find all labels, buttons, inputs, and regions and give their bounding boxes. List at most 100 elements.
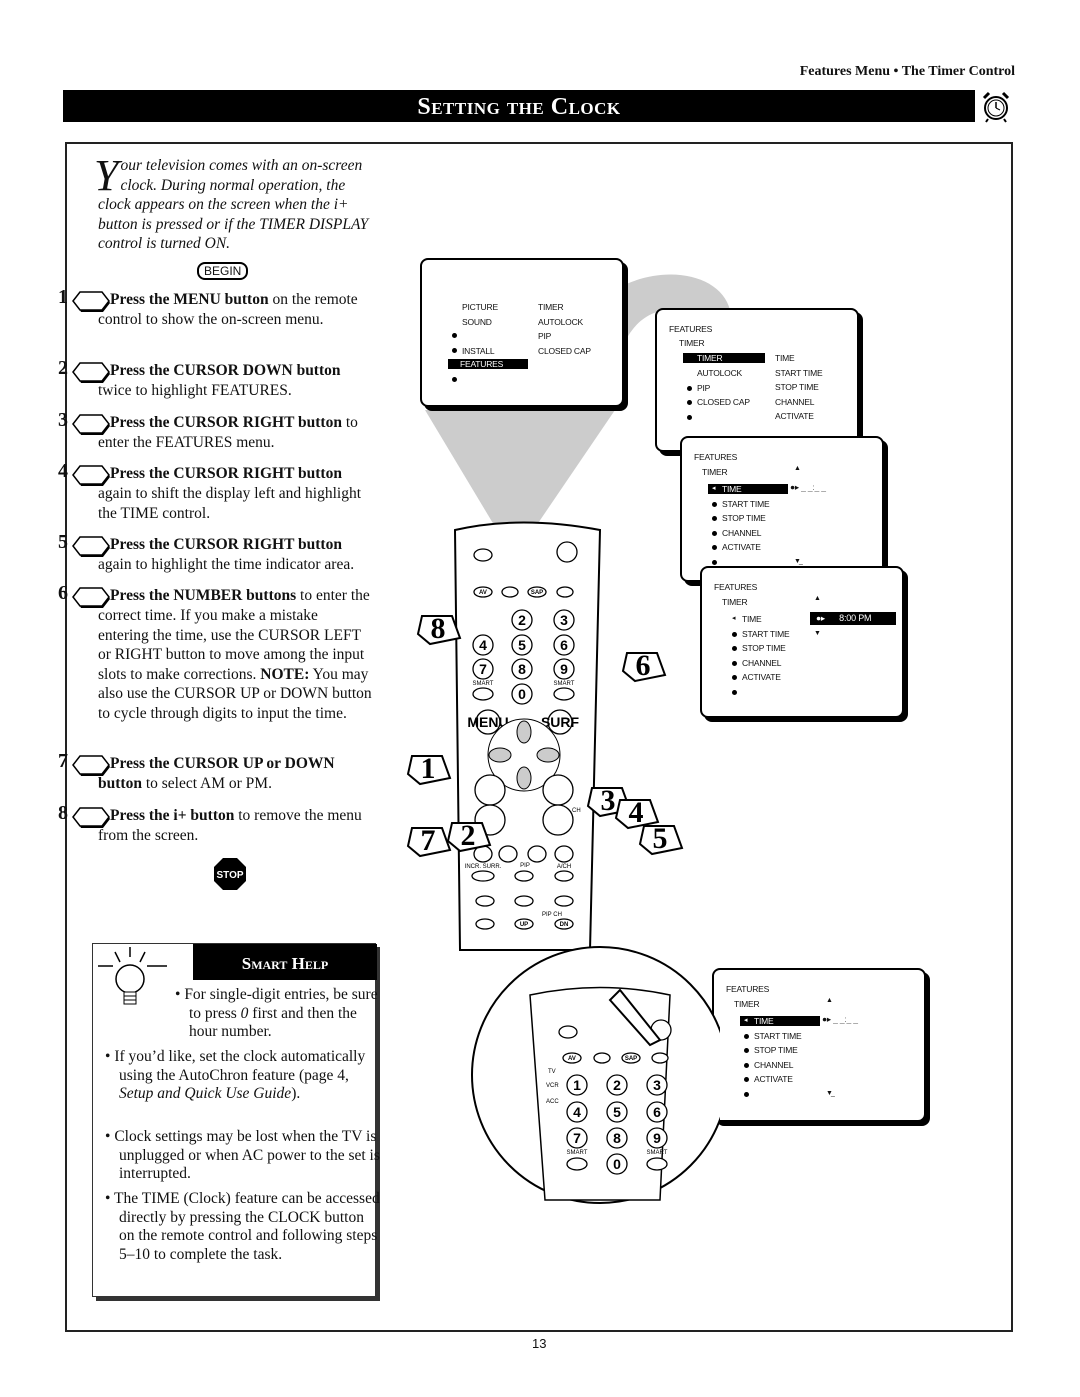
- transport-button-3: [554, 845, 574, 863]
- digit-button-3: 3: [646, 1074, 668, 1096]
- av-button: AV: [473, 586, 493, 598]
- svg-text:2: 2: [518, 612, 526, 628]
- pip-button-d: [475, 918, 495, 930]
- sleep-button: [556, 586, 574, 598]
- digit-button-3: 3: [553, 609, 575, 631]
- menu-item-highlighted: TIMER: [683, 353, 765, 363]
- bullet-dot-icon: [744, 1062, 749, 1068]
- time-value-text: _ _:_ _: [801, 482, 826, 492]
- callout-step-5: 5: [638, 822, 684, 856]
- smart-help-box: Smart Help • For single-digit entries, b…: [92, 943, 380, 1297]
- main-menu-screen: PICTURE SOUND FEATURES INSTALL TIMER AUTOLOCK…: [420, 258, 624, 407]
- digit-button-4: 4: [566, 1101, 588, 1123]
- volume-up-button: [474, 774, 506, 806]
- remote-closeup-illustration: AV SAP TV VCR ACC 1 2 3 4 5 6 7 8 9 0 SMART SMART: [471, 946, 720, 1204]
- pip-button-c: [554, 895, 574, 907]
- svg-text:ACC: ACC: [546, 1099, 559, 1105]
- arrow-down-icon: ▼̲: [826, 1090, 833, 1097]
- menu-item: ACTIVATE: [742, 672, 781, 682]
- menu-item: STOP TIME: [722, 513, 766, 523]
- svg-text:3: 3: [601, 784, 616, 817]
- timer-set-menu-screen: FEATURES TIMER ▲ TIME ◂ START TIME STOP TIME CH…: [700, 566, 904, 718]
- bullet-dot-icon: [452, 333, 457, 338]
- arrow-down-icon: ▼: [814, 630, 821, 637]
- svg-text:5: 5: [518, 637, 526, 653]
- bullet-dot-icon: [744, 1048, 749, 1053]
- submenu-item: PIP: [538, 331, 552, 341]
- arrow-up-icon: ▲: [826, 997, 833, 1004]
- svg-text:7: 7: [573, 1130, 581, 1146]
- step-1: 1 Press the MENU button on the remote con…: [58, 287, 372, 330]
- bullet-dot-icon: [744, 1077, 749, 1082]
- digit-button-2: 2: [606, 1074, 628, 1096]
- menu-item-features: FEATURES: [448, 359, 528, 369]
- step-8: 8 Press the i+ button to remove the menu …: [58, 803, 372, 846]
- arrow-down-icon: ▼̲: [794, 558, 801, 565]
- bullet-dot-icon: [744, 1033, 749, 1039]
- menu-subtitle: TIMER: [679, 338, 705, 348]
- menu-subtitle: TIMER: [702, 467, 728, 477]
- pip-button: [514, 870, 534, 882]
- svg-text:3: 3: [560, 612, 568, 628]
- digit-button-0: 0: [606, 1153, 628, 1175]
- submenu-item: CHANNEL: [775, 396, 815, 407]
- digit-button-7: 7: [472, 658, 494, 680]
- step-action: Press the CURSOR RIGHT button: [110, 536, 342, 553]
- svg-text:A/CH: A/CH: [557, 864, 571, 870]
- step-number-arrow-icon: 7: [58, 751, 110, 776]
- svg-text:DN: DN: [560, 922, 569, 928]
- timer-menu-screen-bottom: FEATURES TIMER ▲ TIME ◂ START TIME STOP TIME CH…: [712, 968, 926, 1122]
- menu-title: FEATURES: [669, 324, 713, 334]
- transport-button-1: [498, 845, 518, 863]
- submenu-item: TIMER: [538, 302, 564, 312]
- av-button: AV: [562, 1052, 582, 1064]
- help-bullet: • For single-digit entries, be sure to p…: [175, 986, 378, 1040]
- svg-text:1: 1: [573, 1077, 581, 1093]
- step-number-arrow-icon: 6: [58, 583, 110, 608]
- step-text: again to highlight the time indicator ar…: [98, 556, 355, 573]
- sleep-button: [651, 1052, 669, 1064]
- arrow-up-icon: ▲: [794, 465, 801, 472]
- svg-text:6: 6: [636, 649, 651, 682]
- drop-cap: Y: [94, 151, 119, 200]
- time-value-text: _ _:_ _: [833, 1014, 858, 1024]
- bullet-dot-icon: [712, 545, 717, 550]
- time-value: ●▸ 8:00 PM: [810, 612, 896, 625]
- menu-item: CHANNEL: [754, 1059, 794, 1070]
- features-menu-screen: FEATURES TIMER TIMER AUTOLOCK PIP CLOSED CAP T…: [655, 308, 859, 452]
- step-text: again to shift the display left and high…: [98, 485, 362, 522]
- menu-item-install: INSTALL: [462, 345, 495, 356]
- arrow-up-icon: ▲: [814, 595, 821, 602]
- menu-item: CHANNEL: [742, 657, 782, 668]
- step-number-arrow-icon: 2: [58, 358, 110, 383]
- svg-text:SMART: SMART: [554, 681, 575, 687]
- sap-button: SAP: [527, 586, 547, 598]
- digit-button-8: 8: [606, 1127, 628, 1149]
- time-value: ●▸ _ _:_ _: [822, 1014, 858, 1025]
- step-action: Press the NUMBER buttons: [110, 587, 297, 604]
- bullet-dot-icon: [687, 385, 692, 391]
- step-action: Press the i+ button: [110, 807, 235, 824]
- svg-text:9: 9: [560, 661, 568, 677]
- pip-button-a: [475, 895, 495, 907]
- svg-text:6: 6: [653, 1104, 661, 1120]
- menu-item-time: TIME: [742, 614, 762, 624]
- step-number-arrow-icon: 1: [58, 287, 110, 312]
- step-number-arrow-icon: 5: [58, 532, 110, 557]
- svg-text:AV: AV: [568, 1056, 576, 1062]
- svg-text:AV: AV: [479, 590, 487, 596]
- digit-button-6: 6: [553, 634, 575, 656]
- info-button: [501, 586, 519, 598]
- svg-text:INCR. SURR.: INCR. SURR.: [465, 864, 502, 870]
- step-note-label: NOTE:: [260, 665, 310, 683]
- arrow-left-icon: ◂: [712, 485, 716, 492]
- callout-step-1: 1: [406, 752, 452, 786]
- arrow-left-icon: ◂: [744, 1017, 748, 1024]
- bullet-dot-icon: [687, 414, 692, 420]
- cursor-arrow-icon: ●▸: [790, 482, 802, 492]
- bullet-dot-icon: [452, 347, 457, 353]
- svg-text:9: 9: [653, 1130, 661, 1146]
- svg-text:8: 8: [613, 1130, 621, 1146]
- bullet-dot-icon: [744, 1091, 749, 1097]
- arrow-left-icon: ◂: [732, 615, 736, 622]
